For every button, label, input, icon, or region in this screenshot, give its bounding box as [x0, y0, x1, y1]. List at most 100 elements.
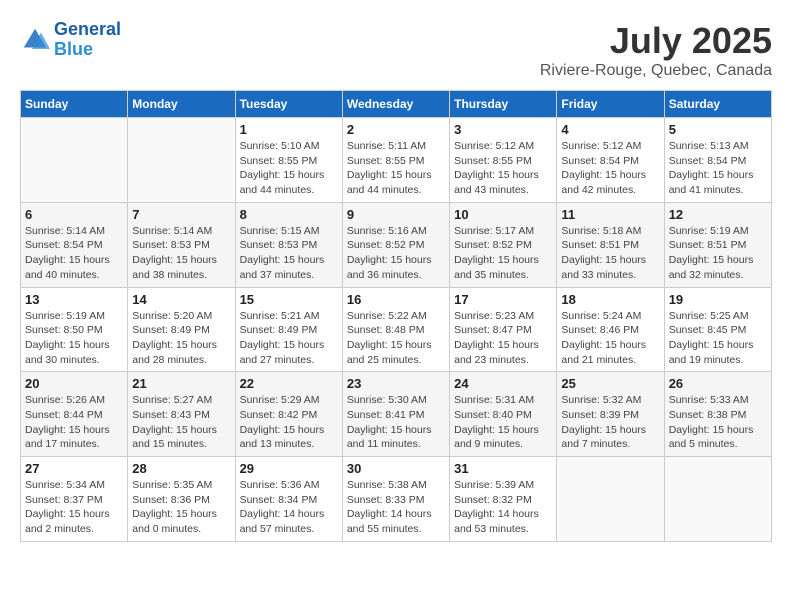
- day-number: 30: [347, 461, 445, 476]
- calendar-cell: 12Sunrise: 5:19 AM Sunset: 8:51 PM Dayli…: [664, 202, 771, 287]
- calendar-cell: 7 Sunrise: 5:14 AM Sunset: 8:53 PM Daylig…: [128, 202, 235, 287]
- day-number: 22: [240, 376, 338, 391]
- weekday-header: Thursday: [450, 91, 557, 118]
- calendar-cell: [21, 118, 128, 203]
- day-info: Sunrise: 5:33 AM Sunset: 8:38 PM Dayligh…: [669, 393, 767, 452]
- logo-text: General Blue: [54, 20, 121, 60]
- title-section: July 2025 Riviere-Rouge, Quebec, Canada: [540, 20, 772, 80]
- page-header: General Blue July 2025 Riviere-Rouge, Qu…: [20, 20, 772, 80]
- calendar-cell: 25Sunrise: 5:32 AM Sunset: 8:39 PM Dayli…: [557, 372, 664, 457]
- calendar-cell: 8 Sunrise: 5:15 AM Sunset: 8:53 PM Daylig…: [235, 202, 342, 287]
- calendar-cell: 5Sunrise: 5:13 AM Sunset: 8:54 PM Daylig…: [664, 118, 771, 203]
- day-info: Sunrise: 5:35 AM Sunset: 8:36 PM Dayligh…: [132, 478, 230, 537]
- calendar-cell: 28Sunrise: 5:35 AM Sunset: 8:36 PM Dayli…: [128, 457, 235, 542]
- calendar-cell: 18 Sunrise: 5:24 AM Sunset: 8:46 PM Dayli…: [557, 287, 664, 372]
- day-number: 19: [669, 292, 767, 307]
- day-number: 14: [132, 292, 230, 307]
- day-number: 6: [25, 207, 123, 222]
- calendar-cell: 17 Sunrise: 5:23 AM Sunset: 8:47 PM Dayli…: [450, 287, 557, 372]
- day-info: Sunrise: 5:24 AM Sunset: 8:46 PM Dayligh…: [561, 309, 659, 368]
- day-info: Sunrise: 5:30 AM Sunset: 8:41 PM Dayligh…: [347, 393, 445, 452]
- day-info: Sunrise: 5:36 AM Sunset: 8:34 PM Dayligh…: [240, 478, 338, 537]
- day-info: Sunrise: 5:38 AM Sunset: 8:33 PM Dayligh…: [347, 478, 445, 537]
- day-info: Sunrise: 5:14 AM Sunset: 8:53 PM Dayligh…: [132, 224, 230, 283]
- day-info: Sunrise: 5:12 AM Sunset: 8:55 PM Dayligh…: [454, 139, 552, 198]
- day-info: Sunrise: 5:11 AM Sunset: 8:55 PM Dayligh…: [347, 139, 445, 198]
- day-number: 29: [240, 461, 338, 476]
- calendar-cell: 10 Sunrise: 5:17 AM Sunset: 8:52 PM Dayli…: [450, 202, 557, 287]
- location: Riviere-Rouge, Quebec, Canada: [540, 62, 772, 80]
- day-number: 11: [561, 207, 659, 222]
- calendar-table: SundayMondayTuesdayWednesdayThursdayFrid…: [20, 90, 772, 542]
- day-number: 12: [669, 207, 767, 222]
- logo-icon: [20, 25, 50, 55]
- day-info: Sunrise: 5:21 AM Sunset: 8:49 PM Dayligh…: [240, 309, 338, 368]
- calendar-cell: 21 Sunrise: 5:27 AM Sunset: 8:43 PM Dayli…: [128, 372, 235, 457]
- calendar-cell: 3 Sunrise: 5:12 AM Sunset: 8:55 PM Daylig…: [450, 118, 557, 203]
- day-number: 9: [347, 207, 445, 222]
- calendar-cell: 9 Sunrise: 5:16 AM Sunset: 8:52 PM Daylig…: [342, 202, 449, 287]
- calendar-cell: 19 Sunrise: 5:25 AM Sunset: 8:45 PM Dayli…: [664, 287, 771, 372]
- calendar-cell: 27 Sunrise: 5:34 AM Sunset: 8:37 PM Dayli…: [21, 457, 128, 542]
- day-info: Sunrise: 5:32 AM Sunset: 8:39 PM Dayligh…: [561, 393, 659, 452]
- day-number: 7: [132, 207, 230, 222]
- day-number: 18: [561, 292, 659, 307]
- day-info: Sunrise: 5:19 AM Sunset: 8:50 PM Dayligh…: [25, 309, 123, 368]
- day-number: 16: [347, 292, 445, 307]
- month-title: July 2025: [540, 20, 772, 62]
- day-number: 5: [669, 122, 767, 137]
- calendar-cell: 24Sunrise: 5:31 AM Sunset: 8:40 PM Dayli…: [450, 372, 557, 457]
- day-number: 8: [240, 207, 338, 222]
- day-number: 13: [25, 292, 123, 307]
- day-info: Sunrise: 5:20 AM Sunset: 8:49 PM Dayligh…: [132, 309, 230, 368]
- day-info: Sunrise: 5:39 AM Sunset: 8:32 PM Dayligh…: [454, 478, 552, 537]
- calendar-cell: [664, 457, 771, 542]
- calendar-cell: 26 Sunrise: 5:33 AM Sunset: 8:38 PM Dayli…: [664, 372, 771, 457]
- day-number: 21: [132, 376, 230, 391]
- day-number: 17: [454, 292, 552, 307]
- weekday-header: Monday: [128, 91, 235, 118]
- weekday-header: Saturday: [664, 91, 771, 118]
- calendar-cell: 1 Sunrise: 5:10 AM Sunset: 8:55 PM Daylig…: [235, 118, 342, 203]
- day-number: 27: [25, 461, 123, 476]
- calendar-cell: 29 Sunrise: 5:36 AM Sunset: 8:34 PM Dayli…: [235, 457, 342, 542]
- calendar-cell: 31 Sunrise: 5:39 AM Sunset: 8:32 PM Dayli…: [450, 457, 557, 542]
- day-number: 23: [347, 376, 445, 391]
- weekday-header: Wednesday: [342, 91, 449, 118]
- day-number: 1: [240, 122, 338, 137]
- calendar-cell: 13 Sunrise: 5:19 AM Sunset: 8:50 PM Dayli…: [21, 287, 128, 372]
- day-number: 15: [240, 292, 338, 307]
- day-info: Sunrise: 5:26 AM Sunset: 8:44 PM Dayligh…: [25, 393, 123, 452]
- calendar-cell: 14 Sunrise: 5:20 AM Sunset: 8:49 PM Dayli…: [128, 287, 235, 372]
- day-number: 20: [25, 376, 123, 391]
- day-info: Sunrise: 5:34 AM Sunset: 8:37 PM Dayligh…: [25, 478, 123, 537]
- calendar-cell: 22Sunrise: 5:29 AM Sunset: 8:42 PM Dayli…: [235, 372, 342, 457]
- calendar-cell: 4Sunrise: 5:12 AM Sunset: 8:54 PM Daylig…: [557, 118, 664, 203]
- calendar-cell: [557, 457, 664, 542]
- calendar-cell: 6Sunrise: 5:14 AM Sunset: 8:54 PM Daylig…: [21, 202, 128, 287]
- calendar-cell: 11Sunrise: 5:18 AM Sunset: 8:51 PM Dayli…: [557, 202, 664, 287]
- day-info: Sunrise: 5:23 AM Sunset: 8:47 PM Dayligh…: [454, 309, 552, 368]
- logo: General Blue: [20, 20, 121, 60]
- day-info: Sunrise: 5:16 AM Sunset: 8:52 PM Dayligh…: [347, 224, 445, 283]
- day-number: 3: [454, 122, 552, 137]
- calendar-cell: [128, 118, 235, 203]
- calendar-cell: 16 Sunrise: 5:22 AM Sunset: 8:48 PM Dayli…: [342, 287, 449, 372]
- day-info: Sunrise: 5:17 AM Sunset: 8:52 PM Dayligh…: [454, 224, 552, 283]
- day-info: Sunrise: 5:27 AM Sunset: 8:43 PM Dayligh…: [132, 393, 230, 452]
- weekday-header: Sunday: [21, 91, 128, 118]
- day-info: Sunrise: 5:10 AM Sunset: 8:55 PM Dayligh…: [240, 139, 338, 198]
- day-number: 4: [561, 122, 659, 137]
- calendar-cell: 15 Sunrise: 5:21 AM Sunset: 8:49 PM Dayli…: [235, 287, 342, 372]
- calendar-cell: 20 Sunrise: 5:26 AM Sunset: 8:44 PM Dayli…: [21, 372, 128, 457]
- day-number: 10: [454, 207, 552, 222]
- day-info: Sunrise: 5:22 AM Sunset: 8:48 PM Dayligh…: [347, 309, 445, 368]
- calendar-cell: 2Sunrise: 5:11 AM Sunset: 8:55 PM Daylig…: [342, 118, 449, 203]
- day-number: 26: [669, 376, 767, 391]
- day-number: 31: [454, 461, 552, 476]
- day-info: Sunrise: 5:31 AM Sunset: 8:40 PM Dayligh…: [454, 393, 552, 452]
- weekday-header: Tuesday: [235, 91, 342, 118]
- day-info: Sunrise: 5:25 AM Sunset: 8:45 PM Dayligh…: [669, 309, 767, 368]
- day-info: Sunrise: 5:15 AM Sunset: 8:53 PM Dayligh…: [240, 224, 338, 283]
- calendar-cell: 30 Sunrise: 5:38 AM Sunset: 8:33 PM Dayli…: [342, 457, 449, 542]
